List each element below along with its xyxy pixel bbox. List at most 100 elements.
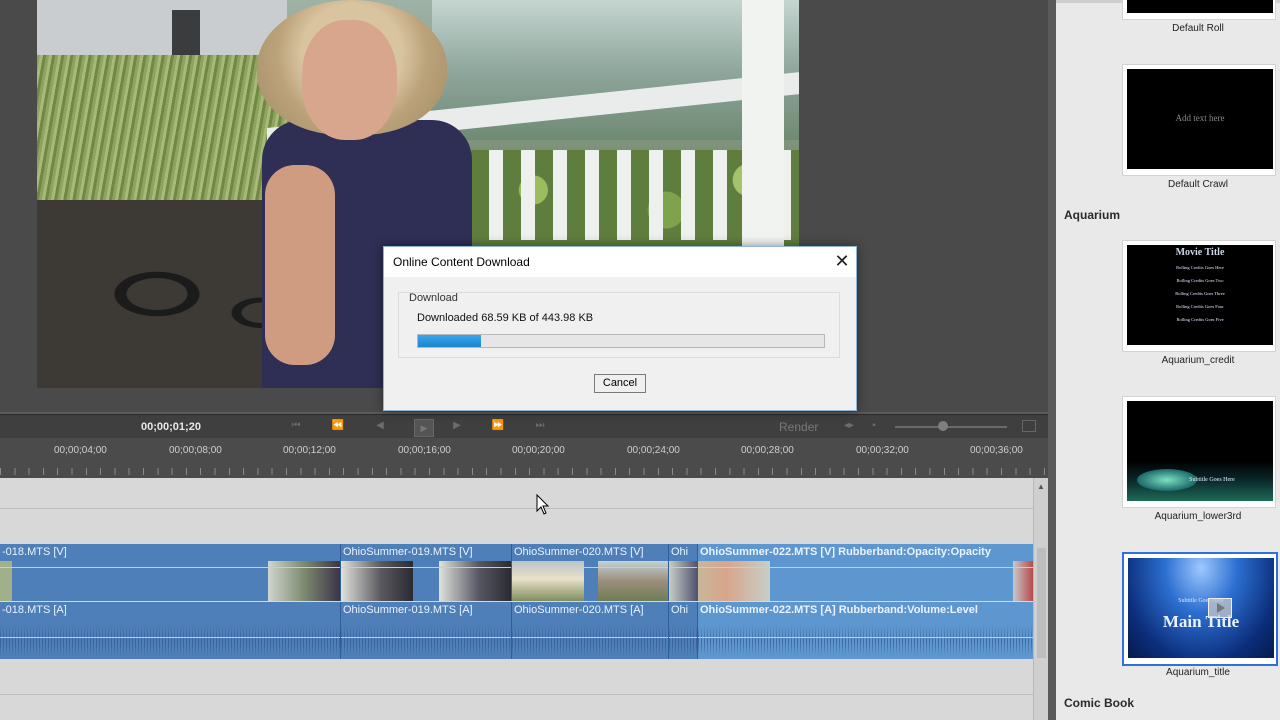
thumb-line: Rolling Credits Goes Four: [1176, 304, 1224, 309]
ruler-label: 00;00;08;00: [169, 445, 222, 456]
volume-rubberband[interactable]: [341, 637, 511, 638]
clip-label: -018.MTS [A]: [2, 604, 67, 616]
thumb-title: Main Title: [1162, 612, 1240, 631]
go-to-end-icon[interactable]: ⏭: [533, 420, 547, 432]
clip-label: OhioSummer-022.MTS [A] Rubberband:Volume…: [700, 604, 978, 616]
opacity-rubberband[interactable]: [512, 567, 668, 568]
video-clip[interactable]: OhioSummer-020.MTS [V]: [512, 544, 669, 601]
template-thumbnail: Subtitle Goes Here: [1122, 396, 1276, 508]
download-group-label: Download: [409, 292, 458, 304]
section-comic-book: Comic Book: [1064, 696, 1135, 710]
template-thumbnail: Add text here: [1122, 64, 1276, 176]
zoom-slider[interactable]: [895, 426, 1007, 428]
audio-clip[interactable]: Ohi: [669, 602, 698, 659]
audio-clip-selected[interactable]: OhioSummer-022.MTS [A] Rubberband:Volume…: [698, 602, 1034, 659]
play-button[interactable]: ▶: [414, 419, 434, 437]
current-timecode[interactable]: 00;00;01;20: [141, 421, 201, 433]
template-thumbnail: [1122, 0, 1276, 20]
audio-clip[interactable]: -018.MTS [A]: [0, 602, 341, 659]
template-name: Default Crawl: [1167, 179, 1229, 190]
dialog-titlebar[interactable]: Online Content Download ✕: [384, 247, 856, 277]
timeline-toolbar: 00;00;01;20 ⏮ ⏪ ◀ ▶ ▶ ⏩ ⏭ Render ◂▸ ▪: [0, 414, 1048, 439]
clip-label: OhioSummer-020.MTS [V]: [514, 546, 644, 558]
audio-clip[interactable]: OhioSummer-019.MTS [A]: [341, 602, 512, 659]
ruler-label: 00;00;28;00: [741, 445, 794, 456]
thumb-line: Rolling Credits Goes Five: [1176, 317, 1224, 322]
ruler-label: 00;00;12;00: [283, 445, 336, 456]
template-name: Aquarium_lower3rd: [1154, 511, 1242, 522]
thumb-subtitle: Subtitle Goes Here: [1178, 598, 1224, 604]
lane-divider: [0, 694, 1033, 695]
thumb-line: Rolling Credits Goes Three: [1175, 291, 1225, 296]
opacity-rubberband[interactable]: [669, 567, 697, 568]
timeline-scrollbar[interactable]: ▲: [1033, 478, 1049, 720]
step-back-icon[interactable]: ◀: [373, 420, 387, 432]
section-aquarium: Aquarium: [1064, 208, 1121, 222]
audio-clip[interactable]: OhioSummer-020.MTS [A]: [512, 602, 669, 659]
ruler-label: 00;00;36;00: [970, 445, 1023, 456]
dialog-title: Online Content Download: [393, 255, 530, 269]
fit-icon[interactable]: ◂▸: [842, 420, 856, 432]
zoom-out-icon[interactable]: ▪: [867, 420, 881, 432]
close-icon[interactable]: ✕: [832, 251, 852, 271]
panel-divider[interactable]: [1048, 0, 1056, 720]
ruler-ticks: [0, 468, 1048, 475]
thumb-line: Rolling Credits Goes Here: [1176, 265, 1224, 270]
zoom-slider-handle[interactable]: [938, 421, 948, 431]
lane-divider: [0, 508, 1033, 509]
preview-person-face: [302, 20, 397, 140]
thumb-text: Subtitle Goes Here: [1189, 477, 1235, 483]
ruler-label: 00;00;04;00: [54, 445, 107, 456]
opacity-rubberband[interactable]: [698, 567, 1033, 568]
video-clip-selected[interactable]: OhioSummer-022.MTS [V] Rubberband:Opacit…: [698, 544, 1034, 601]
render-button[interactable]: Render: [779, 420, 818, 434]
audio-waveform: [512, 626, 668, 656]
preview-person-arm: [265, 165, 335, 365]
play-preview-icon[interactable]: [1208, 598, 1232, 618]
mouse-cursor-icon: [536, 494, 550, 515]
audio-waveform: [669, 626, 697, 656]
audio-waveform: [0, 626, 340, 656]
clip-label: Ohi: [671, 546, 689, 558]
video-clip[interactable]: -018.MTS [V]: [0, 544, 341, 601]
go-to-start-icon[interactable]: ⏮: [289, 420, 303, 432]
timeline-tracks[interactable]: -018.MTS [V] OhioSummer-019.MTS [V] Ohio…: [0, 478, 1034, 720]
volume-rubberband[interactable]: [0, 637, 340, 638]
thumb-text: Add text here: [1175, 113, 1225, 123]
volume-rubberband[interactable]: [512, 637, 668, 638]
video-clip[interactable]: Ohi: [669, 544, 698, 601]
preview-post: [742, 0, 784, 250]
scroll-up-icon[interactable]: ▲: [1037, 482, 1045, 491]
template-thumbnail: Subtitle Goes Here Main Title: [1122, 552, 1278, 666]
thumb-line: Rolling Credits Goes Two: [1176, 278, 1224, 283]
opacity-rubberband[interactable]: [0, 567, 340, 568]
template-thumbnail: Movie Title Rolling Credits Goes Here Ro…: [1122, 240, 1276, 352]
step-forward-icon[interactable]: ▶: [450, 420, 464, 432]
cancel-button[interactable]: Cancel: [594, 374, 646, 393]
audio-waveform: [341, 626, 511, 656]
download-progress-bar: [417, 334, 825, 348]
template-name: Default Roll: [1172, 23, 1224, 34]
zoom-in-icon[interactable]: [1022, 420, 1036, 432]
timeline-ruler[interactable]: 00;00;04;00 00;00;08;00 00;00;12;00 00;0…: [0, 438, 1048, 478]
clip-label: OhioSummer-022.MTS [V] Rubberband:Opacit…: [700, 546, 991, 558]
clip-label: OhioSummer-019.MTS [A]: [343, 604, 473, 616]
video-clip[interactable]: OhioSummer-019.MTS [V]: [341, 544, 512, 601]
clip-label: -018.MTS [V]: [2, 546, 67, 558]
audio-waveform: [698, 626, 1033, 656]
online-content-download-dialog: Online Content Download ✕ Download Downl…: [383, 246, 857, 411]
download-status: Downloaded 68.59 KB of 443.98 KB: [417, 312, 594, 324]
download-progress-fill: [418, 335, 481, 347]
title-templates-panel: Default Roll Add text here Default Crawl…: [1056, 0, 1280, 720]
volume-rubberband[interactable]: [669, 637, 697, 638]
volume-rubberband[interactable]: [698, 637, 1033, 638]
ruler-label: 00;00;24;00: [627, 445, 680, 456]
ruler-label: 00;00;20;00: [512, 445, 565, 456]
opacity-rubberband[interactable]: [341, 567, 511, 568]
clip-label: Ohi: [671, 604, 689, 616]
next-edit-icon[interactable]: ⏩: [491, 420, 505, 432]
previous-edit-icon[interactable]: ⏪: [331, 420, 345, 432]
template-name: Aquarium_credit: [1161, 355, 1235, 366]
clip-label: OhioSummer-020.MTS [A]: [514, 604, 644, 616]
scrollbar-thumb[interactable]: [1037, 548, 1046, 658]
